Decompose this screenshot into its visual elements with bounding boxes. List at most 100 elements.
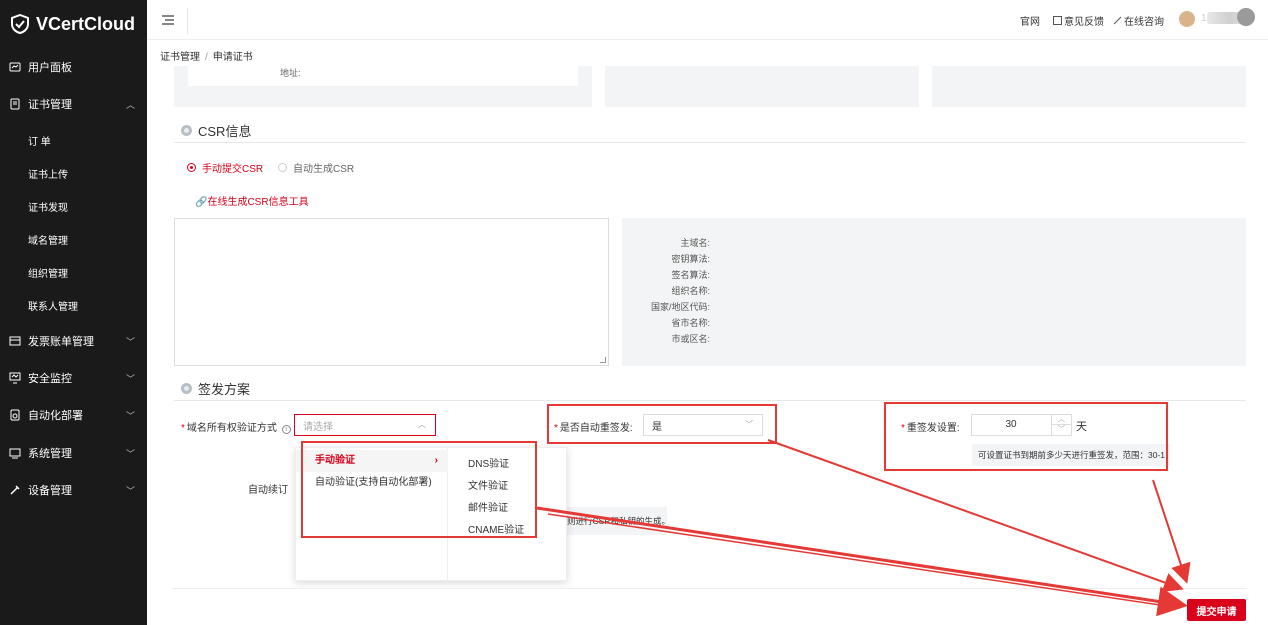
breadcrumb: 证书管理 / 申请证书 xyxy=(160,52,253,63)
username: 1 xyxy=(1201,13,1207,24)
chevron-down-icon: ﹀ xyxy=(125,449,135,459)
sidebar-item-label: 系统管理 xyxy=(28,448,72,460)
resize-grip[interactable] xyxy=(600,357,606,363)
deploy-icon xyxy=(8,408,22,422)
section-divider xyxy=(174,142,1246,143)
info-card-3 xyxy=(932,66,1246,107)
link-label: 意见反馈 xyxy=(1064,17,1104,28)
subitem-label: 订 单 xyxy=(28,136,51,148)
radio-dot xyxy=(278,163,287,172)
domain-verify-label: * 域名所有权验证方式 i xyxy=(181,419,291,434)
feedback-link[interactable]: 意见反馈 xyxy=(1053,13,1104,28)
csr-field-label: 主域名: xyxy=(680,238,710,248)
sidebar-item-label: 安全监控 xyxy=(28,373,72,385)
domain-verify-select[interactable]: 请选择 ︿ xyxy=(294,414,436,436)
sidebar-item-dashboard[interactable]: 用户面板 xyxy=(0,52,147,82)
chevron-down-icon: ﹀ xyxy=(125,411,135,421)
form-footer xyxy=(172,588,1247,625)
section-divider xyxy=(174,400,1246,401)
breadcrumb-parent[interactable]: 证书管理 xyxy=(160,52,200,63)
sidebar-item-deploy[interactable]: 自动化部署 ﹀ xyxy=(0,400,147,430)
section-icon xyxy=(181,383,192,394)
top-header: 官网 意见反馈 在线咨询 1 xyxy=(147,0,1268,40)
link-text: 在线生成CSR信息工具 xyxy=(207,197,309,208)
info-icon[interactable]: i xyxy=(281,425,291,434)
annotation-box-auto-reissue xyxy=(547,404,777,444)
header-divider xyxy=(187,8,188,34)
dashboard-icon xyxy=(8,60,22,74)
annotation-box-cascader xyxy=(301,441,537,538)
sidebar-subitem-contact[interactable]: 联系人管理 xyxy=(0,290,147,320)
csr-field-label: 签名算法: xyxy=(671,270,710,280)
info-card-1: 地址: xyxy=(174,66,592,107)
breadcrumb-current: 申请证书 xyxy=(212,52,253,63)
chevron-down-icon: ﹀ xyxy=(125,374,135,384)
label-text: 域名所有权验证方式 xyxy=(186,423,277,434)
app-name: VCertCloud xyxy=(36,13,135,34)
sidebar-subitem-org[interactable]: 组织管理 xyxy=(0,257,147,287)
csr-field-label: 省市名称: xyxy=(671,318,710,328)
radio-dot xyxy=(187,163,196,172)
radio-manual-csr[interactable]: 手动提交CSR xyxy=(187,160,263,175)
invoice-icon xyxy=(8,334,22,348)
menu-toggle-icon[interactable] xyxy=(161,13,175,27)
link-icon: 🔗 xyxy=(195,197,208,208)
auto-renew-label: 自动续订 xyxy=(248,485,288,496)
csr-generation-hint: 则进行CSR和私钥的生成。 xyxy=(567,507,670,535)
sidebar-item-device[interactable]: 设备管理 ﹀ xyxy=(0,475,147,505)
csr-tool-link[interactable]: 🔗在线生成CSR信息工具 xyxy=(195,193,309,208)
address-box: 地址: xyxy=(188,66,578,86)
main-content: 地址: CSR信息 手动提交CSR 自动生成CSR 🔗在线生成CSR信息工具 主… xyxy=(147,66,1268,625)
link-label: 在线咨询 xyxy=(1124,17,1164,28)
radio-label: 自动生成CSR xyxy=(293,164,355,175)
info-card-2 xyxy=(605,66,919,107)
avatar[interactable] xyxy=(1179,11,1195,27)
system-icon xyxy=(8,446,22,460)
sidebar-item-monitor[interactable]: 安全监控 ﹀ xyxy=(0,363,147,393)
submit-button[interactable]: 提交申请 xyxy=(1187,599,1246,621)
csr-field-label: 国家/地区代码: xyxy=(650,302,710,312)
sidebar-subitem-orders[interactable]: 订 单 xyxy=(0,125,147,155)
feedback-icon xyxy=(1053,16,1062,25)
subitem-label: 联系人管理 xyxy=(28,301,78,313)
certificate-icon xyxy=(8,97,22,111)
radio-label: 手动提交CSR xyxy=(202,164,264,175)
select-placeholder: 请选择 xyxy=(303,421,333,433)
sidebar-subitem-cert-upload[interactable]: 证书上传 xyxy=(0,158,147,188)
sidebar-item-label: 证书管理 xyxy=(28,99,72,111)
online-consult-link[interactable]: 在线咨询 xyxy=(1113,13,1164,28)
app-logo[interactable]: VCertCloud xyxy=(0,0,147,48)
chevron-up-icon: ︿ xyxy=(418,420,426,429)
subitem-label: 组织管理 xyxy=(28,268,68,280)
csr-section-title: CSR信息 xyxy=(181,121,251,140)
chevron-up-icon: ︿ xyxy=(125,100,135,110)
sidebar-item-label: 用户面板 xyxy=(28,62,72,74)
sidebar-item-invoice[interactable]: 发票账单管理 ﹀ xyxy=(0,326,147,356)
chevron-down-icon: ﹀ xyxy=(125,337,135,347)
sidebar-item-certificate[interactable]: 证书管理 ︿ xyxy=(0,89,147,119)
section-title-text: 签发方案 xyxy=(198,382,251,397)
subitem-label: 域名管理 xyxy=(28,235,68,247)
subitem-label: 证书上传 xyxy=(28,169,68,181)
user-menu-icon[interactable] xyxy=(1237,8,1255,26)
sidebar-subitem-domain[interactable]: 域名管理 xyxy=(0,224,147,254)
issuance-section-title: 签发方案 xyxy=(181,379,250,398)
sidebar-subitem-cert-discovery[interactable]: 证书发现 xyxy=(0,191,147,221)
csr-info-panel: 主域名: 密钥算法: 签名算法: 组织名称: 国家/地区代码: 省市名称: 市或… xyxy=(622,218,1246,366)
radio-auto-csr[interactable]: 自动生成CSR xyxy=(278,160,354,175)
sidebar: VCertCloud 用户面板 证书管理 ︿ 订 单 证书上传 证书发现 域名管… xyxy=(0,0,147,625)
device-icon xyxy=(8,483,22,497)
csr-field-label: 密钥算法: xyxy=(671,254,710,264)
official-site-link[interactable]: 官网 xyxy=(1020,13,1040,28)
sidebar-item-label: 设备管理 xyxy=(28,485,72,497)
csr-textarea[interactable] xyxy=(174,218,609,366)
sidebar-item-label: 自动化部署 xyxy=(28,410,83,422)
address-label: 地址: xyxy=(280,68,301,78)
section-icon xyxy=(181,125,192,136)
csr-field-label: 组织名称: xyxy=(671,286,710,296)
annotation-box-reissue-setting xyxy=(884,402,1168,471)
logo-shield-icon xyxy=(11,14,29,34)
csr-field-label: 市或区名: xyxy=(671,334,710,344)
chat-icon xyxy=(1113,16,1122,25)
sidebar-item-system[interactable]: 系统管理 ﹀ xyxy=(0,438,147,468)
